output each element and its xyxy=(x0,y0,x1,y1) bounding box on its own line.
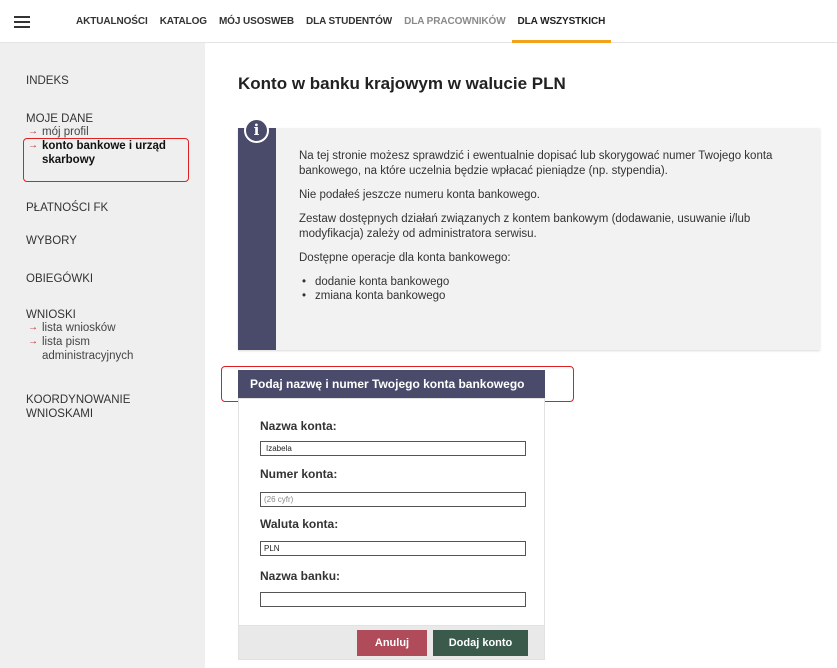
arrow-right-icon: → xyxy=(28,336,38,347)
info-paragraph: Na tej stronie możesz sprawdzić i ewentu… xyxy=(299,150,773,177)
sidebar-item-label: lista wniosków xyxy=(42,322,116,334)
sidebar-item-wnioski[interactable]: WNIOSKI xyxy=(26,309,176,321)
nav-moj-usosweb[interactable]: MÓJ USOSWEB xyxy=(219,0,294,43)
info-panel: i Na tej stronie możesz sprawdzić i ewen… xyxy=(238,118,820,350)
sidebar-item-label: mój profil xyxy=(42,126,89,138)
list-item: dodanie konta bankowego xyxy=(299,275,804,289)
sidebar-section-koordynowanie: KOORDYNOWANIE WNIOSKAMI xyxy=(26,393,156,421)
arrow-right-icon: → xyxy=(28,322,38,333)
sidebar-section-obiegowki: OBIEGÓWKI xyxy=(26,273,93,285)
top-navigation-bar: AKTUALNOŚCI KATALOG MÓJ USOSWEB DLA STUD… xyxy=(0,0,837,43)
list-item: zmiana konta bankowego xyxy=(299,289,804,303)
info-paragraph: Dostępne operacje dla konta bankowego: xyxy=(299,252,511,264)
cancel-button[interactable]: Anuluj xyxy=(357,630,427,656)
highlight-frame-sidebar xyxy=(23,138,189,182)
info-panel-stripe xyxy=(238,128,276,350)
account-name-input[interactable] xyxy=(260,441,526,456)
account-number-input[interactable] xyxy=(260,492,526,507)
sidebar-item-koordynowanie[interactable]: KOORDYNOWANIE WNIOSKAMI xyxy=(26,393,156,421)
bank-name-input[interactable] xyxy=(260,592,526,607)
nav-dla-studentow[interactable]: DLA STUDENTÓW xyxy=(306,0,392,43)
hamburger-menu-icon[interactable] xyxy=(14,16,30,28)
nav-dla-wszystkich[interactable]: DLA WSZYSTKICH xyxy=(511,0,612,43)
arrow-right-icon: → xyxy=(28,126,38,137)
account-currency-input[interactable] xyxy=(260,541,526,556)
bank-name-label: Nazwa banku: xyxy=(260,569,341,583)
nav-katalog[interactable]: KATALOG xyxy=(160,0,207,43)
sidebar-item-indeks[interactable]: INDEKS xyxy=(26,75,69,87)
sidebar-item-platnosci[interactable]: PŁATNOŚCI FK xyxy=(26,202,108,214)
operations-list: dodanie konta bankowego zmiana konta ban… xyxy=(299,275,804,303)
info-paragraph: Nie podałeś jeszcze numeru konta bankowe… xyxy=(299,189,541,201)
sidebar-item-lista-wnioskow[interactable]: → lista wniosków xyxy=(26,321,176,335)
sidebar-section-indeks: INDEKS xyxy=(26,75,69,87)
sidebar-item-label: lista pism administracyjnych xyxy=(42,336,134,362)
account-number-label: Numer konta: xyxy=(260,467,338,481)
sidebar-item-moj-profil[interactable]: → mój profil xyxy=(26,125,186,139)
info-text: Na tej stronie możesz sprawdzić i ewentu… xyxy=(299,149,804,303)
sidebar-section-wybory: WYBORY xyxy=(26,235,77,247)
sidebar-item-lista-pism[interactable]: → lista pism administracyjnych xyxy=(26,335,176,363)
sidebar-item-obiegowki[interactable]: OBIEGÓWKI xyxy=(26,273,93,285)
nav-dla-pracownikow[interactable]: DLA PRACOWNIKÓW xyxy=(404,0,506,43)
sidebar-section-platnosci: PŁATNOŚCI FK xyxy=(26,202,108,214)
main-nav: AKTUALNOŚCI KATALOG MÓJ USOSWEB DLA STUD… xyxy=(76,0,623,43)
sidebar-item-wybory[interactable]: WYBORY xyxy=(26,235,77,247)
form-footer: Anuluj Dodaj konto xyxy=(238,626,545,660)
info-icon: i xyxy=(244,118,269,143)
page-title: Konto w banku krajowym w walucie PLN xyxy=(238,74,566,93)
sidebar-section-wnioski: WNIOSKI → lista wniosków → lista pism ad… xyxy=(26,309,176,363)
account-currency-label: Waluta konta: xyxy=(260,517,339,531)
highlight-frame-form xyxy=(221,366,574,402)
add-account-button[interactable]: Dodaj konto xyxy=(433,630,528,656)
nav-aktualnosci[interactable]: AKTUALNOŚCI xyxy=(76,0,148,43)
bank-account-form: Nazwa konta: Numer konta: Waluta konta: … xyxy=(238,398,545,626)
info-paragraph: Zestaw dostępnych działań związanych z k… xyxy=(299,213,751,240)
account-name-label: Nazwa konta: xyxy=(260,419,337,433)
sidebar-item-moje-dane[interactable]: MOJE DANE xyxy=(26,113,186,125)
